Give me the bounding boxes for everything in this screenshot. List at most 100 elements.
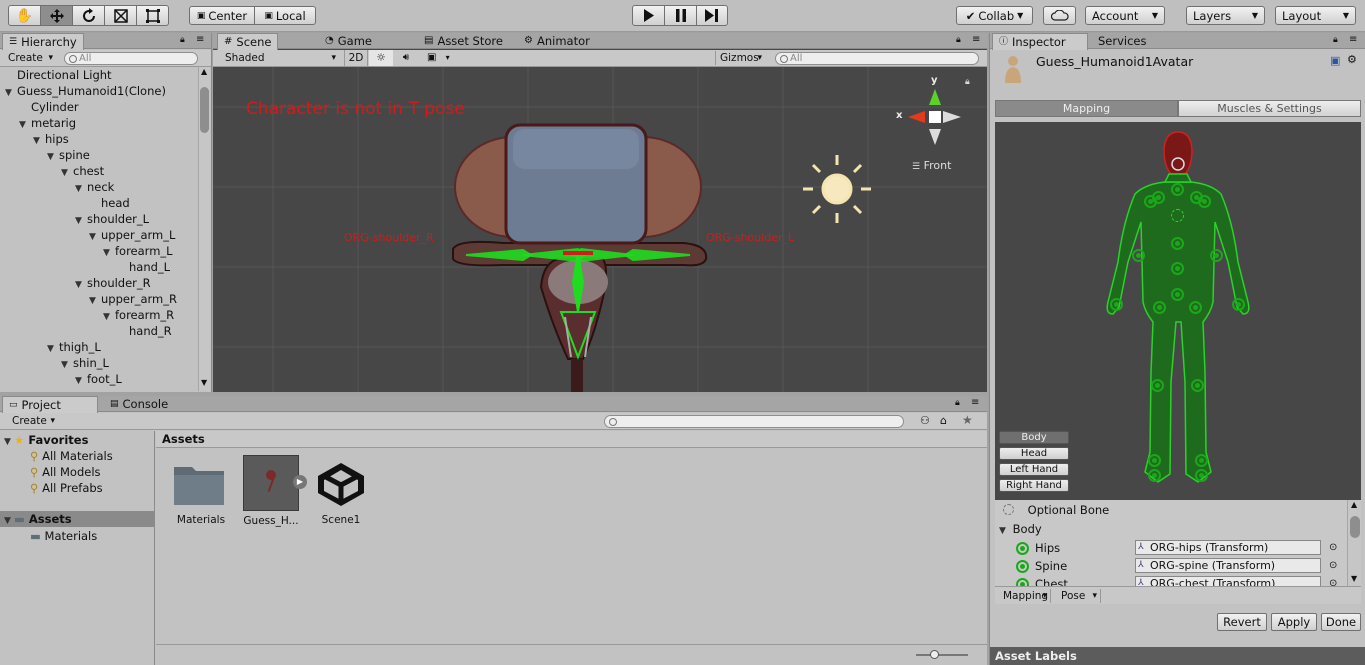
- tab-services[interactable]: Services: [1092, 33, 1153, 49]
- apply-button[interactable]: Apply: [1271, 613, 1317, 631]
- scene-search-input[interactable]: All: [775, 52, 979, 65]
- tab-asset-store[interactable]: ▤ Asset Store: [418, 33, 509, 49]
- tab-console[interactable]: ▤ Console: [104, 396, 174, 412]
- orientation-gizmo[interactable]: [908, 89, 961, 145]
- bone-dot-upperarm-right[interactable]: [1198, 195, 1211, 208]
- hierarchy-item[interactable]: Directional Light: [0, 67, 198, 83]
- project-create-dropdown[interactable]: Create: [8, 414, 58, 428]
- hierarchy-item[interactable]: ▼ shin_L: [0, 355, 198, 371]
- hierarchy-item[interactable]: ▼ upper_arm_R: [0, 291, 198, 307]
- hierarchy-item[interactable]: ▼ metarig: [0, 115, 198, 131]
- left-hand-view-button[interactable]: Left Hand: [999, 463, 1069, 476]
- bone-transform-field[interactable]: ⅄ ORG-chest (Transform): [1135, 576, 1321, 586]
- breadcrumb-assets[interactable]: Assets: [162, 432, 205, 446]
- favorites-header[interactable]: ▼ ★ Favorites: [4, 433, 88, 447]
- lock-icon[interactable]: 🔒︎: [956, 35, 961, 45]
- asset-item-materials[interactable]: Materials: [172, 461, 230, 533]
- lock-icon[interactable]: 🔒︎: [965, 77, 970, 87]
- bone-dot-foot-left[interactable]: [1148, 454, 1161, 467]
- object-picker-icon[interactable]: ⊙: [1329, 575, 1337, 586]
- bone-dot-thigh-right[interactable]: [1189, 301, 1202, 314]
- bone-dot-knee-left[interactable]: [1151, 379, 1164, 392]
- hand-tool-button[interactable]: ✋: [8, 5, 41, 26]
- bone-transform-field[interactable]: ⅄ ORG-spine (Transform): [1135, 558, 1321, 573]
- zoom-slider-thumb[interactable]: [930, 650, 939, 659]
- tab-game[interactable]: ◔ Game: [319, 33, 378, 49]
- hierarchy-item[interactable]: hand_R: [0, 323, 198, 339]
- hierarchy-item[interactable]: ▼ forearm_L: [0, 243, 198, 259]
- rect-tool-button[interactable]: [136, 5, 169, 26]
- bone-dot-elbow-left[interactable]: [1132, 249, 1145, 262]
- layers-dropdown[interactable]: Layers ▼: [1186, 6, 1265, 25]
- gizmos-dropdown[interactable]: Gizmos: [715, 51, 765, 65]
- bone-dot-elbow-right[interactable]: [1210, 249, 1223, 262]
- tab-inspector[interactable]: ⓘ Inspector: [992, 33, 1088, 50]
- pivot-center-button[interactable]: ▣ Center: [189, 6, 255, 25]
- mapping-dropdown[interactable]: Mapping: [999, 589, 1051, 603]
- step-button[interactable]: [696, 5, 728, 26]
- hierarchy-scrollbar[interactable]: ▲ ▼: [198, 67, 210, 391]
- lighting-toggle[interactable]: ☼: [369, 50, 393, 66]
- rotate-tool-button[interactable]: [72, 5, 105, 26]
- 2d-toggle[interactable]: 2D: [344, 50, 368, 66]
- bone-list-scroll-thumb[interactable]: [1350, 516, 1360, 538]
- scene-viewport[interactable]: Character is not in T pose ORG-shoulder_…: [213, 67, 987, 392]
- project-search-input[interactable]: [604, 415, 904, 428]
- hierarchy-item[interactable]: ▼ shoulder_L: [0, 211, 198, 227]
- asset-item-model[interactable]: ▶ Guess_H...: [243, 455, 311, 533]
- done-button[interactable]: Done: [1321, 613, 1361, 631]
- bone-dot-toes-left[interactable]: [1148, 469, 1161, 482]
- bone-dot-upperarm-left[interactable]: [1144, 195, 1157, 208]
- bone-dot-chest[interactable]: [1171, 237, 1184, 250]
- scale-tool-button[interactable]: [104, 5, 137, 26]
- hierarchy-item[interactable]: hand_L: [0, 259, 198, 275]
- lock-icon[interactable]: 🔒︎: [1333, 35, 1338, 45]
- move-tool-button[interactable]: [40, 5, 73, 26]
- avatar-body-view[interactable]: Body Head Left Hand Right Hand: [995, 122, 1361, 500]
- filter-type-icon[interactable]: ⚇: [920, 414, 930, 427]
- menu-icon[interactable]: ≡: [971, 397, 979, 408]
- settings-icon[interactable]: ⚙: [1347, 53, 1357, 66]
- hierarchy-create-dropdown[interactable]: Create: [4, 51, 56, 65]
- pivot-local-button[interactable]: ▣ Local: [254, 6, 316, 25]
- hierarchy-item[interactable]: ▼ upper_arm_L: [0, 227, 198, 243]
- audio-toggle[interactable]: 🔊︎: [394, 50, 418, 66]
- body-section-header[interactable]: ▼ Body: [999, 521, 1042, 539]
- hierarchy-item[interactable]: head: [0, 195, 198, 211]
- collab-button[interactable]: ✔ Collab ▼: [956, 6, 1033, 25]
- hierarchy-item[interactable]: ▼ neck: [0, 179, 198, 195]
- head-view-button[interactable]: Head: [999, 447, 1069, 460]
- bone-dot-spine[interactable]: [1171, 262, 1184, 275]
- bone-dot-thigh-left[interactable]: [1153, 301, 1166, 314]
- hierarchy-item[interactable]: ▼ spine: [0, 147, 198, 163]
- help-icon[interactable]: ▣: [1330, 54, 1340, 67]
- bone-dot-foot-right[interactable]: [1195, 454, 1208, 467]
- tab-hierarchy[interactable]: ☰ Hierarchy: [2, 33, 84, 50]
- assets-child-item[interactable]: ▬ Materials: [30, 529, 97, 543]
- hierarchy-scroll-thumb[interactable]: [200, 87, 209, 133]
- cloud-button[interactable]: [1043, 6, 1076, 25]
- hierarchy-item[interactable]: ▼ Guess_Humanoid1(Clone): [0, 83, 198, 99]
- subtab-mapping[interactable]: Mapping: [995, 100, 1178, 117]
- menu-icon[interactable]: ≡: [196, 34, 204, 45]
- favorite-item[interactable]: ⚲ All Models: [30, 465, 101, 479]
- favorite-star-icon[interactable]: ★: [962, 413, 973, 427]
- zoom-slider[interactable]: [916, 650, 968, 660]
- subtab-muscles[interactable]: Muscles & Settings: [1178, 100, 1361, 117]
- favorite-item[interactable]: ⚲ All Prefabs: [30, 481, 103, 495]
- right-hand-view-button[interactable]: Right Hand: [999, 479, 1069, 492]
- bone-list-scrollbar[interactable]: ▲ ▼: [1347, 500, 1361, 586]
- pause-button[interactable]: [664, 5, 697, 26]
- pose-dropdown[interactable]: Pose: [1057, 589, 1101, 603]
- lock-icon[interactable]: 🔒︎: [180, 35, 185, 45]
- hierarchy-item[interactable]: ▼ shoulder_R: [0, 275, 198, 291]
- hierarchy-item[interactable]: ▼ foot_L: [0, 371, 198, 387]
- bone-dot-toes-right[interactable]: [1195, 469, 1208, 482]
- expand-prefab-icon[interactable]: ▶: [293, 475, 307, 489]
- hierarchy-item[interactable]: Cylinder: [0, 99, 198, 115]
- asset-item-scene[interactable]: Scene1: [314, 461, 368, 533]
- assets-root-item[interactable]: ▼ ▬ Assets: [0, 511, 154, 527]
- bone-dot-neck[interactable]: [1171, 183, 1184, 196]
- menu-icon[interactable]: ≡: [1349, 34, 1357, 45]
- tab-scene[interactable]: # Scene: [217, 33, 279, 50]
